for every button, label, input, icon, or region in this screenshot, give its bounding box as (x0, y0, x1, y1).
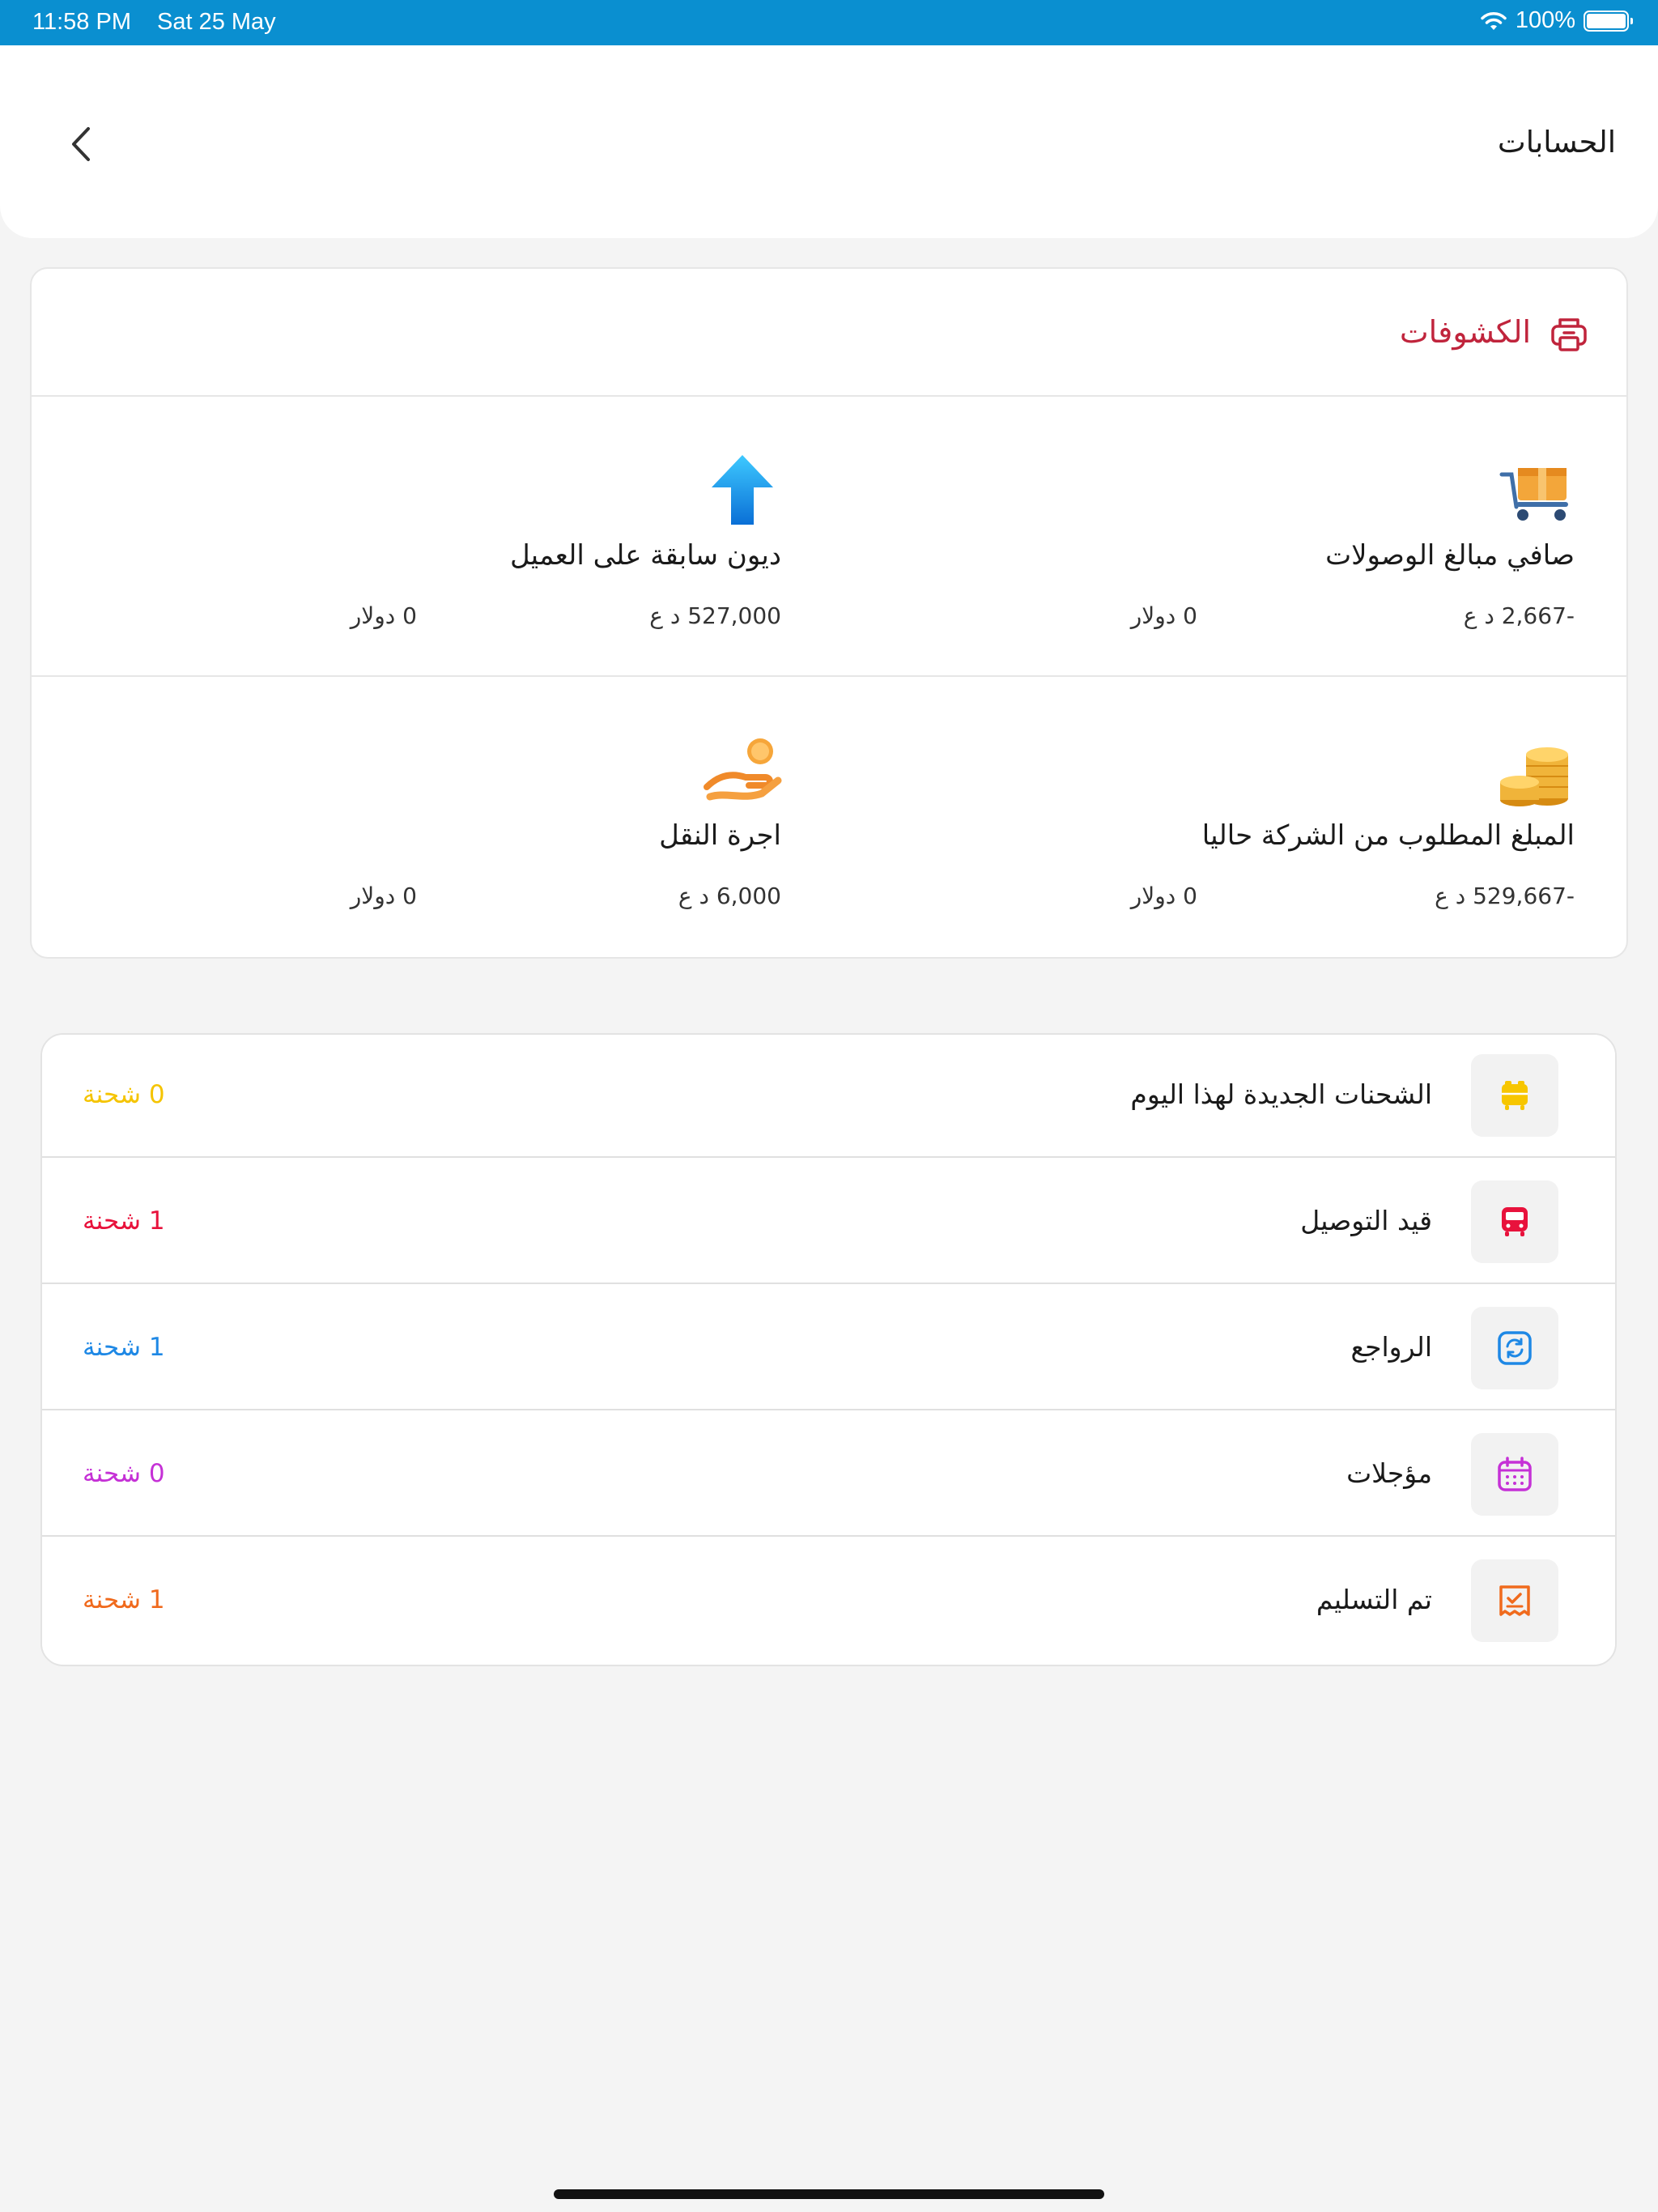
stmt-label: ديون سابقة على العميل (509, 539, 781, 572)
returns-sync-icon (1498, 1331, 1532, 1365)
arrow-up-icon (712, 455, 773, 525)
shipment-count: 1 شحنة (83, 1206, 165, 1236)
shipments-list: الشحنات الجديدة لهذا اليوم 0 شحنة قيد ال… (40, 1033, 1617, 1666)
shipment-count: 0 شحنة (83, 1080, 165, 1109)
status-bar: 11:58 PM Sat 25 May 100% (0, 0, 1658, 45)
statements-title: الكشوفات (1399, 314, 1531, 350)
stmt-previous-debts[interactable]: ديون سابقة على العميل 527,000 د ع 0 دولا… (40, 397, 833, 677)
delivered-receipt-icon (1499, 1585, 1530, 1616)
list-item-delivered[interactable]: تم التسليم 1 شحنة (42, 1540, 1615, 1663)
list-item-label: تم التسليم (1316, 1584, 1432, 1615)
status-time: 11:58 PM (32, 9, 131, 35)
stmt-usd-value: 0 دولار (350, 602, 417, 629)
cart-boxes-icon (1499, 468, 1568, 521)
statements-row-1: صافي مبالغ الوصولات -2,667 د ع 0 دولار د… (32, 397, 1626, 677)
stmt-usd-value: 0 دولار (1130, 883, 1197, 909)
back-button[interactable] (57, 120, 105, 168)
stmt-label: المبلغ المطلوب من الشركة حاليا (1201, 819, 1575, 852)
status-right: 100% (1480, 7, 1633, 34)
app-header: الحسابات (0, 45, 1658, 238)
icon-box (1471, 1180, 1558, 1263)
shipment-count: 1 شحنة (83, 1333, 165, 1362)
stmt-amount-due[interactable]: المبلغ المطلوب من الشركة حاليا -529,667 … (833, 677, 1626, 957)
statements-row-2: المبلغ المطلوب من الشركة حاليا -529,667 … (32, 677, 1626, 957)
stmt-label: صافي مبالغ الوصولات (1325, 539, 1575, 572)
printer-icon (1551, 318, 1587, 351)
list-item-label: الرواجع (1350, 1331, 1433, 1363)
icon-box (1471, 1559, 1558, 1642)
status-date: Sat 25 May (157, 9, 276, 35)
statements-header[interactable]: الكشوفات (32, 269, 1626, 397)
home-indicator[interactable] (554, 2189, 1104, 2199)
delivery-bus-icon (1502, 1207, 1528, 1236)
battery-icon (1584, 10, 1633, 32)
list-item-label: الشحنات الجديدة لهذا اليوم (1130, 1078, 1432, 1110)
list-item-postponed[interactable]: مؤجلات 0 شحنة (42, 1414, 1615, 1537)
icon-box (1471, 1054, 1558, 1137)
stmt-iqd-value: -529,667 د ع (1435, 883, 1575, 909)
stmt-iqd-value: 527,000 د ع (649, 602, 781, 629)
stmt-usd-value: 0 دولار (1130, 602, 1197, 629)
wifi-icon (1481, 11, 1507, 30)
list-item-label: قيد التوصيل (1300, 1205, 1432, 1236)
new-shipments-icon (1502, 1081, 1528, 1110)
list-item-in-delivery[interactable]: قيد التوصيل 1 شحنة (42, 1161, 1615, 1284)
list-item-label: مؤجلات (1346, 1457, 1432, 1489)
page-title: الحسابات (1497, 125, 1616, 160)
coins-stack-icon (1500, 747, 1568, 806)
stmt-iqd-value: -2,667 د ع (1463, 602, 1575, 629)
chevron-left-icon (72, 127, 90, 161)
statements-card: الكشوفات صافي مبالغ الوصولات -2,667 د ع … (30, 267, 1628, 959)
stmt-iqd-value: 6,000 د ع (678, 883, 781, 909)
shipment-count: 1 شحنة (83, 1585, 165, 1614)
stmt-label: اجرة النقل (659, 819, 781, 852)
icon-box (1471, 1307, 1558, 1389)
hand-coin-icon (704, 738, 782, 801)
battery-percent: 100% (1515, 7, 1575, 33)
list-item-returns[interactable]: الرواجع 1 شحنة (42, 1287, 1615, 1410)
shipment-count: 0 شحنة (83, 1459, 165, 1488)
stmt-usd-value: 0 دولار (350, 883, 417, 909)
list-item-new-shipments[interactable]: الشحنات الجديدة لهذا اليوم 0 شحنة (42, 1035, 1615, 1158)
icon-box (1471, 1433, 1558, 1516)
stmt-net-receipts[interactable]: صافي مبالغ الوصولات -2,667 د ع 0 دولار (833, 397, 1626, 677)
calendar-icon (1498, 1457, 1532, 1491)
stmt-transport-fee[interactable]: اجرة النقل 6,000 د ع 0 دولار (40, 677, 833, 957)
